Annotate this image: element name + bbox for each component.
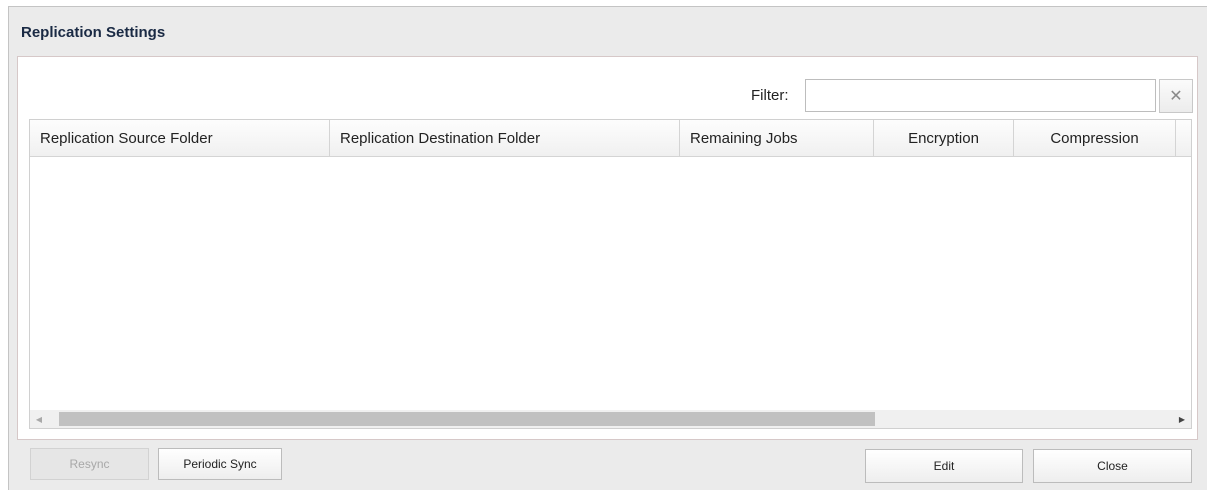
dialog-title: Replication Settings bbox=[21, 24, 166, 41]
column-header-destination-folder[interactable]: Replication Destination Folder bbox=[330, 120, 680, 156]
horizontal-scrollbar[interactable]: ◀ ▶ bbox=[30, 410, 1191, 428]
edit-button[interactable]: Edit bbox=[865, 449, 1023, 483]
scroll-left-arrow-icon[interactable]: ◀ bbox=[30, 410, 48, 428]
close-icon: ✕ bbox=[1169, 88, 1183, 105]
column-header-encryption[interactable]: Encryption bbox=[874, 120, 1014, 156]
scroll-right-arrow-icon[interactable]: ▶ bbox=[1173, 410, 1191, 428]
filter-label: Filter: bbox=[751, 87, 789, 104]
table-header: Replication Source Folder Replication De… bbox=[30, 120, 1191, 157]
column-header-remaining-jobs[interactable]: Remaining Jobs bbox=[680, 120, 874, 156]
replication-panel: Filter: ✕ Replication Source Folder Repl… bbox=[17, 56, 1198, 440]
resync-button[interactable]: Resync bbox=[30, 448, 149, 480]
clear-filter-button[interactable]: ✕ bbox=[1159, 79, 1193, 113]
close-button[interactable]: Close bbox=[1033, 449, 1192, 483]
replication-table: Replication Source Folder Replication De… bbox=[29, 119, 1192, 429]
filter-input[interactable] bbox=[805, 79, 1156, 112]
periodic-sync-button[interactable]: Periodic Sync bbox=[158, 448, 282, 480]
replication-settings-dialog: Replication Settings Filter: ✕ Replicati… bbox=[8, 6, 1207, 490]
scrollbar-thumb[interactable] bbox=[59, 412, 875, 426]
column-header-compression[interactable]: Compression bbox=[1014, 120, 1176, 156]
column-header-source-folder[interactable]: Replication Source Folder bbox=[30, 120, 330, 156]
table-body bbox=[30, 157, 1191, 411]
